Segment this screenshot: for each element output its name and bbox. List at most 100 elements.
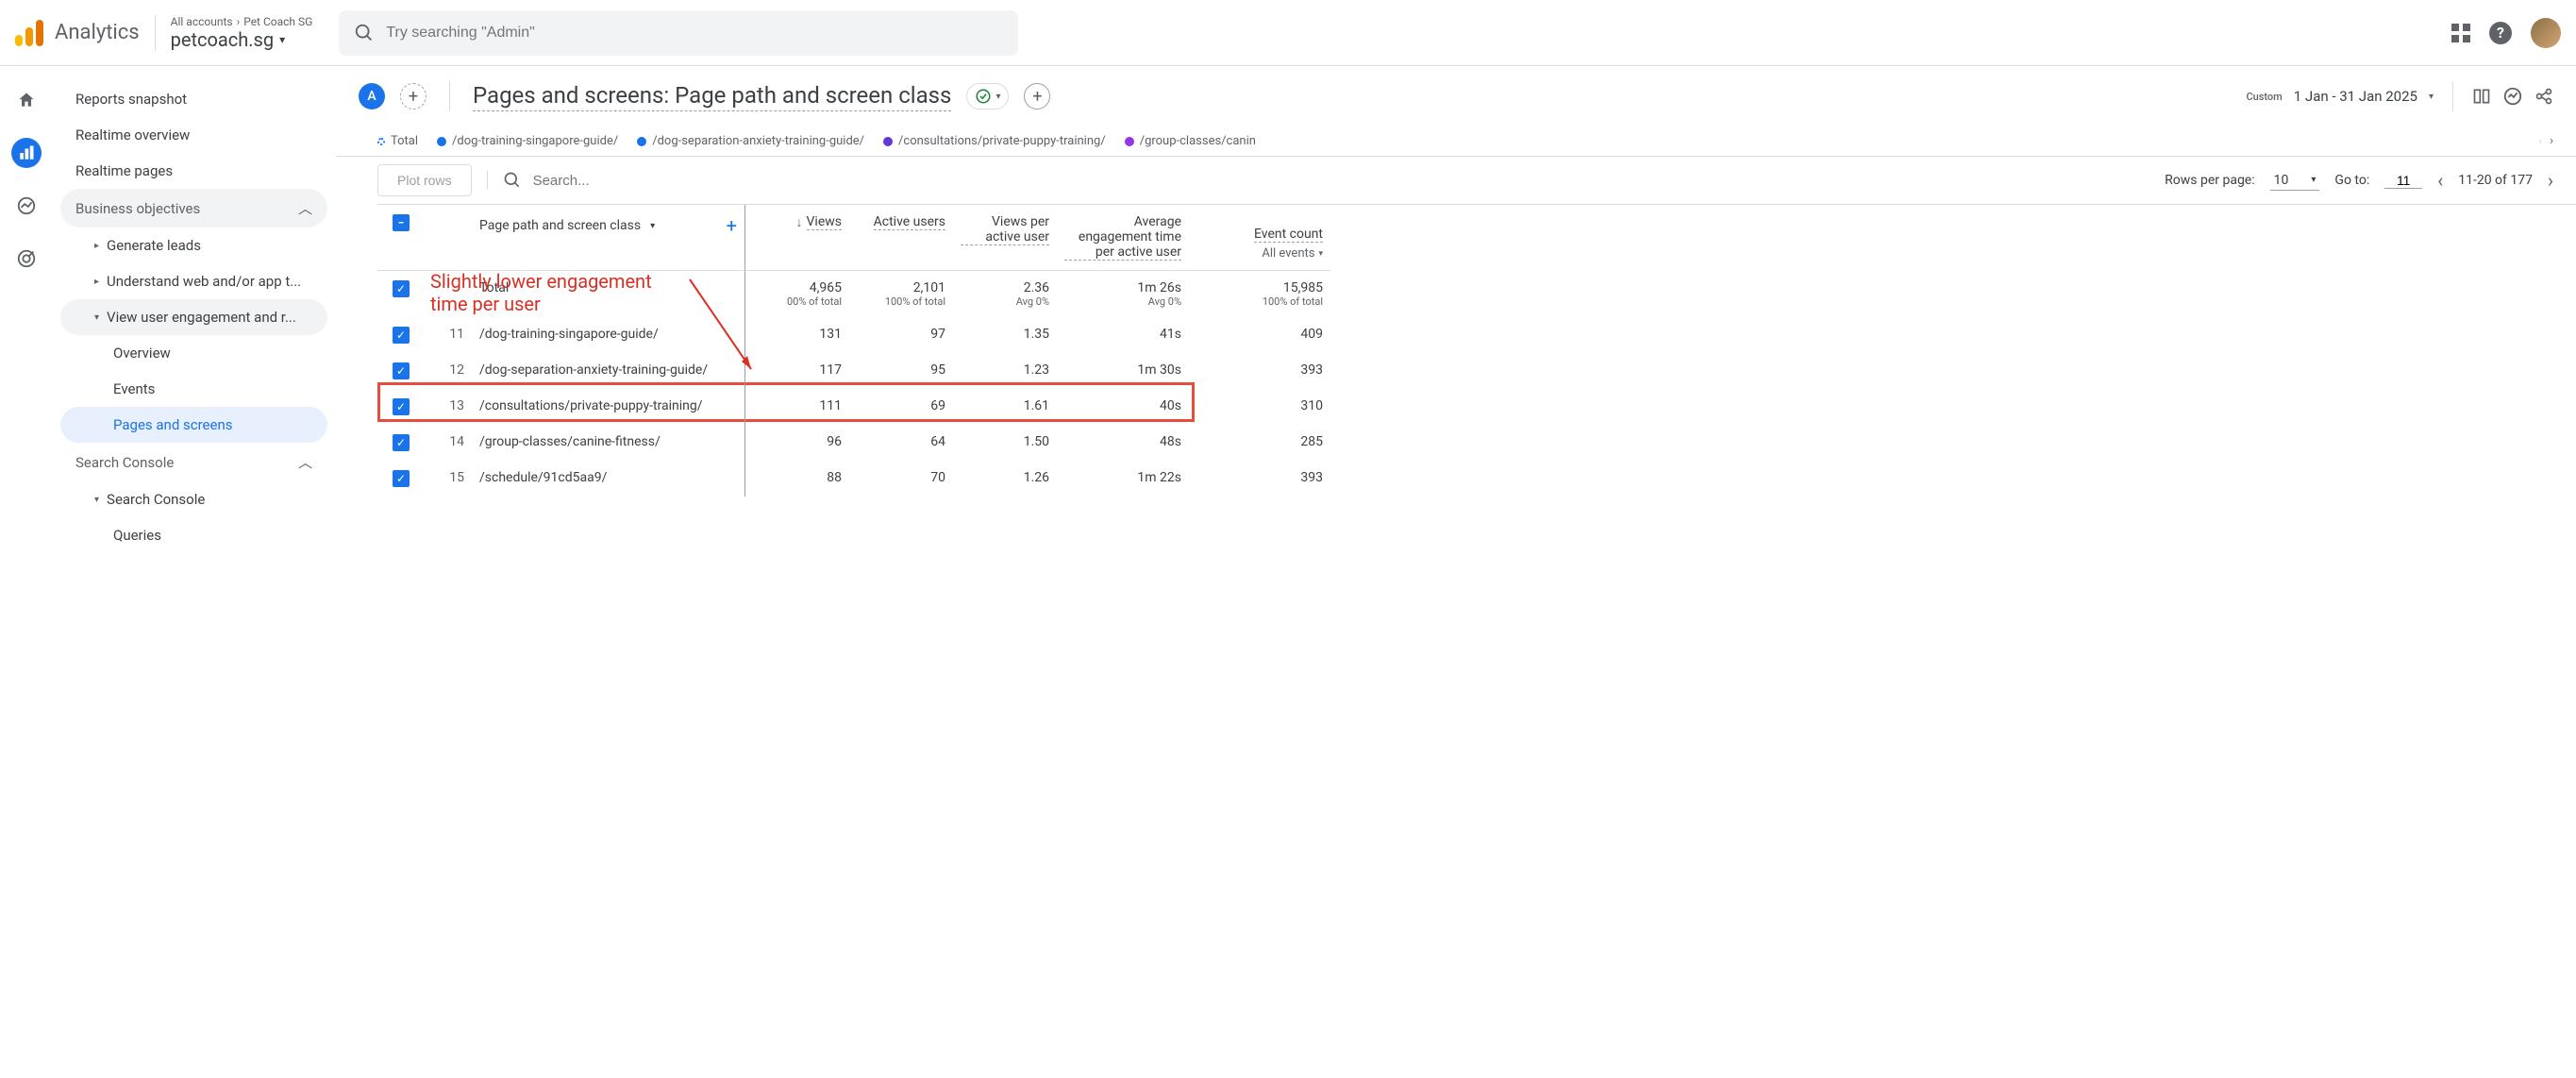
row-active-users: 69 (849, 389, 953, 425)
legend-dot-icon (437, 137, 446, 146)
row-path[interactable]: /group-classes/canine-fitness/ (472, 425, 745, 461)
legend-item[interactable]: /group-classes/canin (1125, 134, 1256, 148)
insights-icon[interactable] (2502, 86, 2523, 107)
row-event-count: 285 (1189, 425, 1330, 461)
logo-text: Analytics (55, 21, 140, 44)
row-event-count: 393 (1189, 353, 1330, 389)
sidebar-generate-leads[interactable]: ▸Generate leads (60, 227, 327, 263)
row-path[interactable]: /dog-separation-anxiety-training-guide/ (472, 353, 745, 389)
sidebar-reports-snapshot[interactable]: Reports snapshot (60, 81, 327, 117)
chevron-up-icon: ︿ (298, 452, 312, 472)
row-active-users: 95 (849, 353, 953, 389)
row-aet: 41s (1057, 317, 1189, 353)
plot-rows-button[interactable]: Plot rows (377, 164, 472, 196)
goto-input[interactable] (2384, 173, 2422, 189)
sidebar-view-engagement[interactable]: ▾View user engagement and r... (60, 299, 327, 335)
search-input[interactable] (386, 25, 1003, 42)
table-search-input[interactable] (533, 173, 721, 189)
sidebar-queries[interactable]: Queries (60, 517, 327, 553)
row-aet: 40s (1057, 389, 1189, 425)
legend-item[interactable]: /dog-training-singapore-guide/ (437, 134, 618, 148)
date-range-picker[interactable]: 1 Jan - 31 Jan 2025 (2294, 88, 2417, 105)
dropdown-caret-icon: ▾ (650, 221, 655, 231)
col-avg-engagement[interactable]: Average engagement time per active user (1057, 205, 1189, 271)
total-label: Total (472, 271, 745, 317)
apps-grid-icon[interactable] (2451, 24, 2470, 42)
select-all-checkbox[interactable] (377, 205, 425, 271)
app-header: Analytics All accounts › Pet Coach SG pe… (0, 0, 2576, 66)
row-vpu: 1.26 (953, 461, 1057, 497)
help-icon[interactable]: ? (2489, 22, 2512, 44)
search-box[interactable] (339, 10, 1018, 56)
add-button[interactable]: + (1024, 83, 1050, 109)
compare-icon[interactable] (2472, 87, 2491, 106)
page-prev-icon[interactable]: ‹ (2437, 169, 2443, 192)
col-event-count[interactable]: Event count All events▾ (1189, 205, 1330, 271)
page-info: 11-20 of 177 (2458, 173, 2533, 188)
sidebar-pages-screens[interactable]: Pages and screens (60, 407, 327, 443)
add-dimension-icon[interactable]: + (727, 214, 737, 237)
reports-icon[interactable] (11, 138, 42, 168)
total-vpu: 2.36Avg 0% (953, 271, 1057, 317)
home-icon[interactable] (11, 85, 42, 115)
status-pill[interactable]: ▾ (966, 83, 1009, 109)
legend-total[interactable]: Total (377, 134, 418, 148)
user-avatar[interactable] (2531, 18, 2561, 48)
sidebar-business-objectives[interactable]: Business objectives ︿ (60, 189, 327, 227)
dropdown-caret-icon: ▾ (2311, 175, 2316, 185)
col-views-per-user[interactable]: Views per active user (953, 205, 1057, 271)
date-preset-label: Custom (2246, 91, 2282, 103)
legend-item[interactable]: /dog-separation-anxiety-training-guide/ (637, 134, 864, 148)
row-checkbox[interactable] (377, 425, 425, 461)
row-views: 117 (745, 353, 849, 389)
sidebar-realtime-pages[interactable]: Realtime pages (60, 153, 327, 189)
row-active-users: 70 (849, 461, 953, 497)
row-event-count: 310 (1189, 389, 1330, 425)
row-path[interactable]: /dog-training-singapore-guide/ (472, 317, 745, 353)
account-switcher[interactable]: All accounts › Pet Coach SG petcoach.sg … (155, 15, 313, 51)
sidebar-search-console[interactable]: ▾Search Console (60, 481, 327, 517)
share-icon[interactable] (2534, 87, 2553, 106)
logo-section: Analytics (15, 20, 140, 46)
row-checkbox[interactable] (377, 461, 425, 497)
divider (449, 81, 450, 111)
sidebar-understand-web[interactable]: ▸Understand web and/or app t... (60, 263, 327, 299)
audience-badge[interactable]: A (359, 83, 385, 109)
table-search[interactable] (487, 171, 2150, 190)
row-checkbox[interactable] (377, 389, 425, 425)
row-views: 96 (745, 425, 849, 461)
dimension-header[interactable]: Page path and screen class ▾ + (472, 205, 745, 271)
legend-next-icon[interactable]: › (2550, 134, 2553, 148)
sidebar-realtime-overview[interactable]: Realtime overview (60, 117, 327, 153)
row-aet: 1m 22s (1057, 461, 1189, 497)
rows-per-page-select[interactable]: 10 ▾ (2270, 171, 2320, 191)
row-active-users: 97 (849, 317, 953, 353)
row-index: 12 (425, 353, 472, 389)
row-views: 111 (745, 389, 849, 425)
divider (2452, 81, 2453, 111)
caret-down-icon: ▾ (94, 312, 99, 323)
add-comparison-button[interactable]: + (400, 83, 427, 109)
search-icon (503, 171, 522, 190)
row-checkbox[interactable] (377, 317, 425, 353)
data-table: Page path and screen class ▾ + ↓Views Ac… (377, 204, 2576, 317)
total-row-checkbox[interactable] (377, 271, 425, 317)
legend-item[interactable]: /consultations/private-puppy-training/ (883, 134, 1106, 148)
sidebar-overview[interactable]: Overview (60, 335, 327, 371)
sidebar-search-console-section[interactable]: Search Console ︿ (60, 443, 327, 481)
row-checkbox[interactable] (377, 353, 425, 389)
sidebar-events[interactable]: Events (60, 371, 327, 407)
nav-rail (0, 66, 53, 1078)
dropdown-caret-icon: ▾ (995, 92, 1000, 102)
row-path[interactable]: /consultations/private-puppy-training/ (472, 389, 745, 425)
col-views[interactable]: ↓Views (745, 205, 849, 271)
legend-dot-icon (377, 138, 385, 145)
advertising-icon[interactable] (11, 244, 42, 274)
explore-icon[interactable] (11, 191, 42, 221)
page-next-icon[interactable]: › (2548, 169, 2553, 192)
col-active-users[interactable]: Active users (849, 205, 953, 271)
legend-prev-icon[interactable]: ‹ (2538, 134, 2542, 148)
legend-dot-icon (1125, 137, 1134, 146)
row-path[interactable]: /schedule/91cd5aa9/ (472, 461, 745, 497)
row-vpu: 1.35 (953, 317, 1057, 353)
